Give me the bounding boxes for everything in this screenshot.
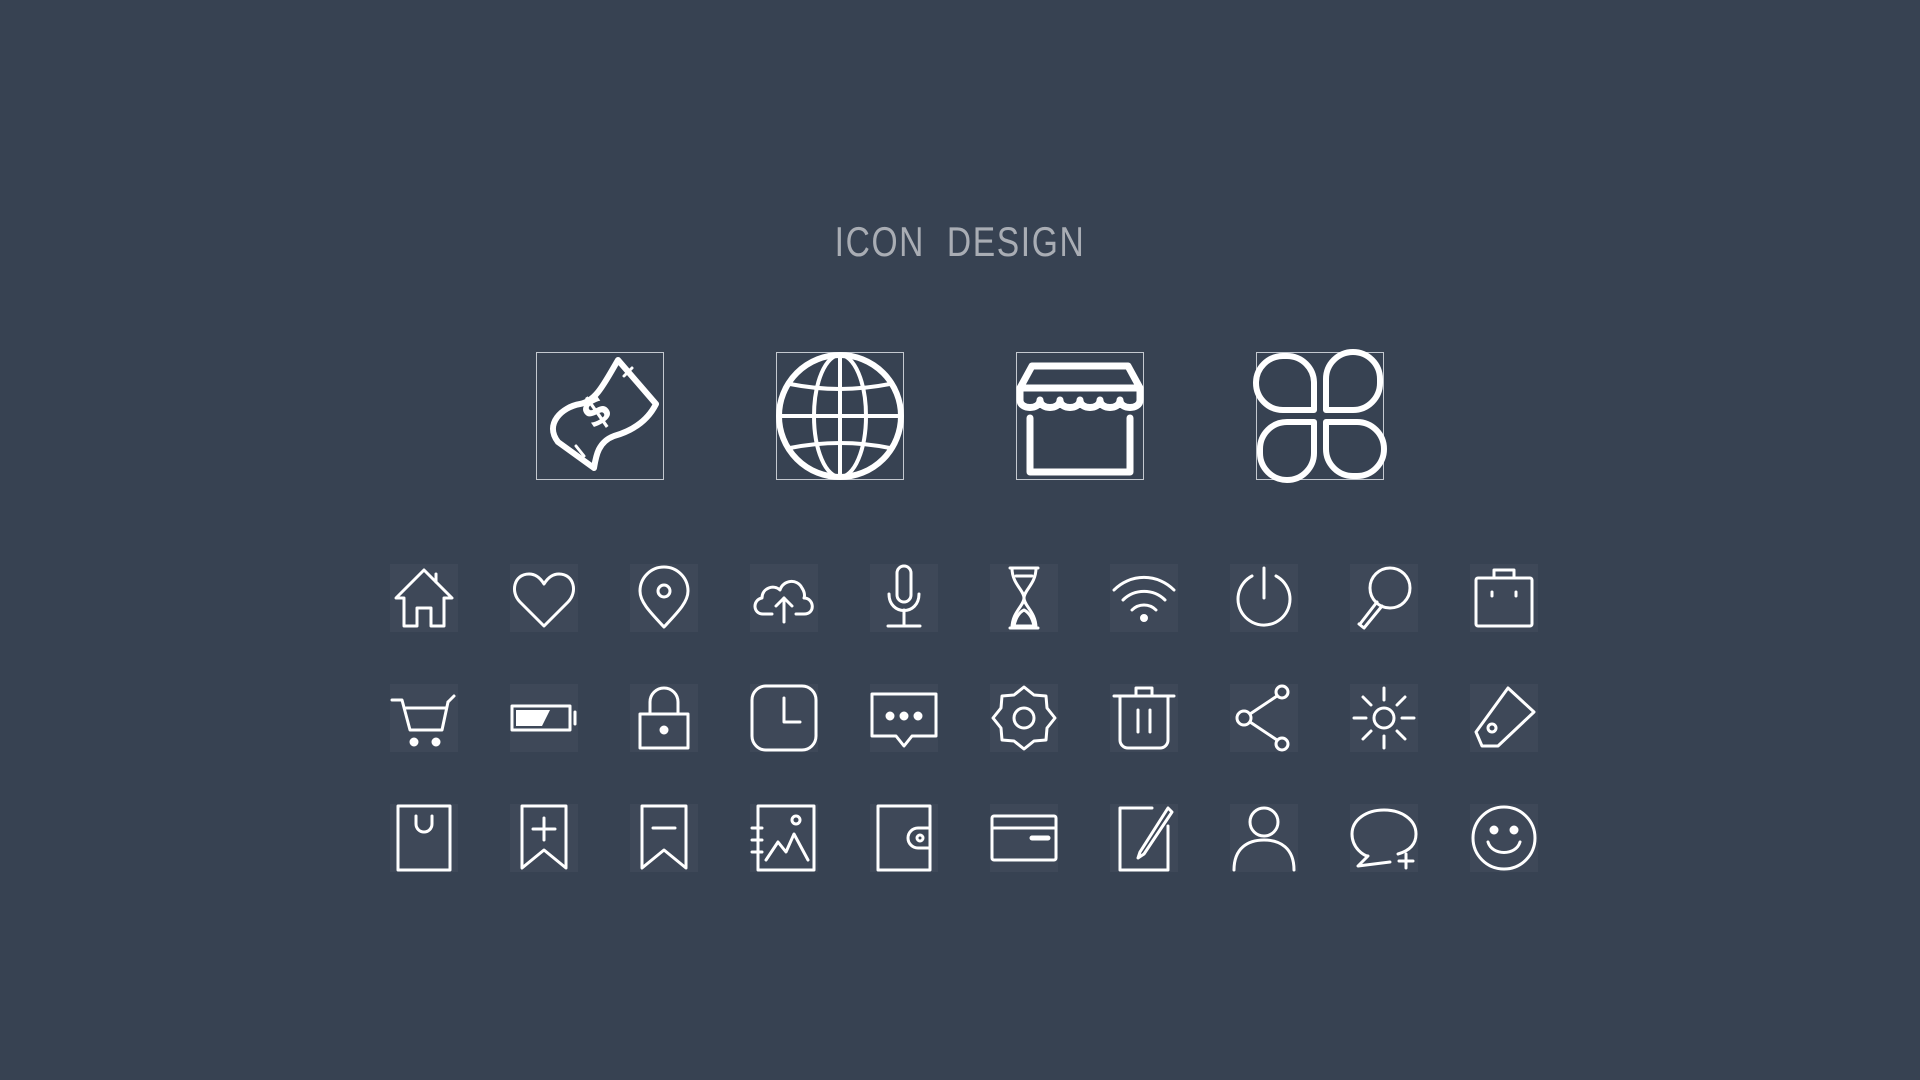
icon-tile [1350, 804, 1418, 872]
icon-tile [1230, 804, 1298, 872]
featured-icon-frame [776, 352, 904, 480]
icon-tile [1470, 684, 1538, 752]
tag-icon [1474, 686, 1536, 748]
icon-tile [990, 684, 1058, 752]
page-title: ICON DESIGN [834, 218, 1086, 265]
edit-icon [1118, 806, 1174, 872]
lock-icon [638, 686, 690, 750]
briefcase-icon [1474, 568, 1534, 628]
icon-tile [750, 804, 818, 872]
featured-icon-frame [1016, 352, 1144, 480]
gallery-icon [750, 804, 816, 872]
icon-tile [1350, 684, 1418, 752]
icon-tile [630, 684, 698, 752]
icon-tile [630, 804, 698, 872]
icon-tile [750, 564, 818, 632]
clock-icon [750, 684, 818, 752]
share-icon [1235, 684, 1290, 752]
wallet-icon [876, 804, 932, 872]
bookmark-add-icon [520, 804, 568, 870]
icon-tile [1110, 804, 1178, 872]
battery-icon [510, 704, 577, 732]
icon-tile [510, 564, 578, 632]
shopping-bag-icon [396, 804, 452, 872]
icon-tile [870, 804, 938, 872]
user-icon [1232, 806, 1296, 872]
hourglass-icon [1008, 566, 1040, 630]
credit-card-icon [990, 814, 1058, 862]
brightness-icon [1352, 686, 1416, 750]
bookmark-remove-icon [640, 804, 688, 870]
heart-icon [513, 572, 575, 628]
cart-icon [390, 694, 456, 747]
icon-tile [1230, 684, 1298, 752]
icon-tile [390, 684, 458, 752]
store-icon [1016, 362, 1144, 476]
location-pin-icon [638, 565, 690, 629]
icon-tile [750, 684, 818, 752]
settings-icon [991, 685, 1057, 751]
money-icon: $ [550, 357, 659, 471]
message-icon [870, 692, 938, 748]
microphone-icon [886, 564, 922, 628]
wifi-icon [1112, 575, 1176, 622]
icon-tile [990, 564, 1058, 632]
trash-icon [1112, 686, 1176, 750]
globe-icon [776, 352, 904, 480]
icon-tile [510, 684, 578, 752]
icon-tile [390, 804, 458, 872]
icon-tile [1470, 564, 1538, 632]
featured-icon-frame [1253, 349, 1387, 483]
icon-tile [390, 564, 458, 632]
clover-icon [1253, 349, 1387, 483]
icon-tile [870, 684, 938, 752]
icon-tile [1110, 684, 1178, 752]
icon-tile [630, 564, 698, 632]
icon-tile [1470, 804, 1538, 872]
power-icon [1236, 566, 1292, 627]
svg-text:$: $ [572, 385, 621, 439]
featured-icon-frame: $ [536, 352, 664, 480]
cloud-upload-icon [753, 580, 814, 624]
smile-icon [1471, 805, 1537, 871]
icon-tile [1350, 564, 1418, 632]
icon-tile [510, 804, 578, 872]
icon-tile [1230, 564, 1298, 632]
icon-tile [870, 564, 938, 632]
chat-add-icon [1350, 808, 1418, 870]
icon-tile [1110, 564, 1178, 632]
magnifier-icon [1357, 566, 1412, 630]
icon-tile [990, 804, 1058, 872]
home-icon [394, 568, 454, 628]
